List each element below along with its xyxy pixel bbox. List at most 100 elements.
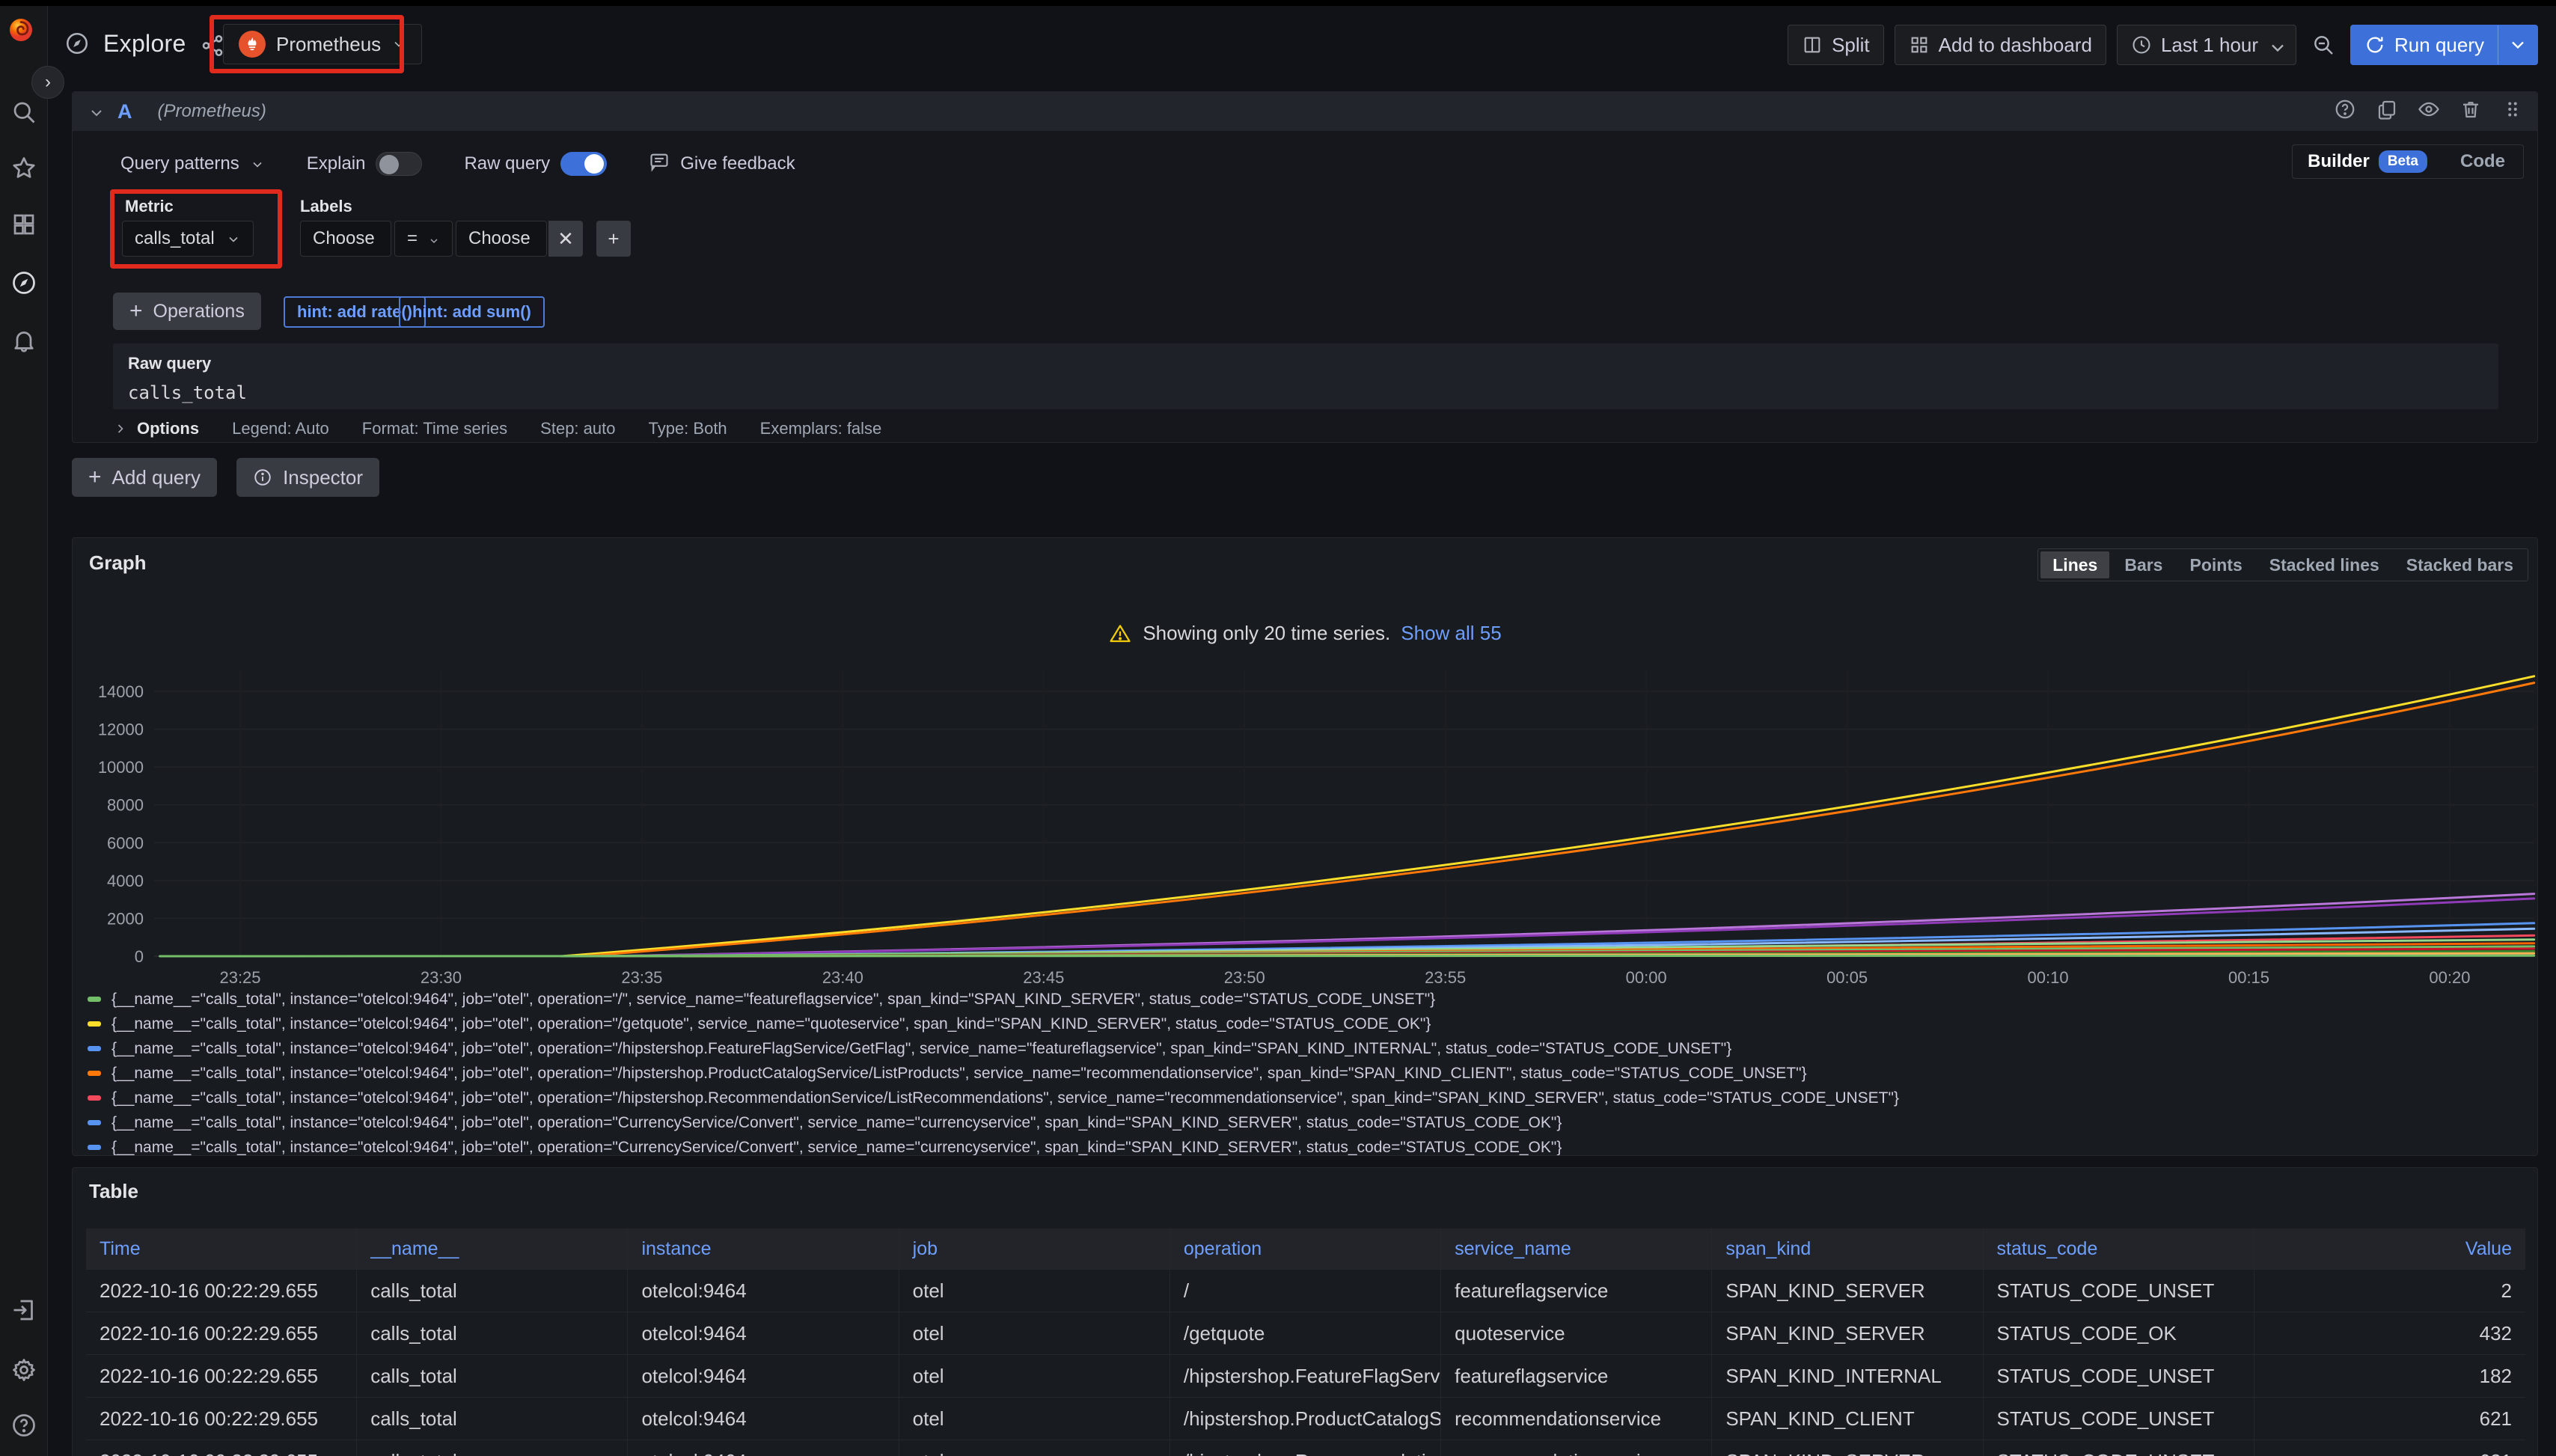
table-header-cell[interactable]: __name__ — [357, 1229, 628, 1269]
x-axis-tick: 23:50 — [1224, 968, 1265, 987]
grafana-logo-icon[interactable] — [7, 16, 40, 49]
timeseries-chart[interactable]: 0200040006000800010000120001400023:2523:… — [73, 538, 2537, 987]
y-axis-tick: 0 — [135, 947, 144, 966]
table-cell: 2022-10-16 00:22:29.655 — [86, 1355, 357, 1397]
star-icon[interactable] — [10, 155, 37, 182]
legend-item[interactable]: {__name__="calls_total", instance="otelc… — [88, 1086, 2524, 1110]
x-axis-tick: 00:15 — [2228, 968, 2269, 987]
run-query-dropdown[interactable] — [2498, 25, 2537, 64]
zoom-out-button[interactable] — [2307, 25, 2340, 65]
table-header-cell[interactable]: Time — [86, 1229, 357, 1269]
legend-item[interactable]: {__name__="calls_total", instance="otelc… — [88, 1036, 2524, 1061]
legend-item[interactable]: {__name__="calls_total", instance="otelc… — [88, 1135, 2524, 1155]
split-button[interactable]: Split — [1788, 25, 1884, 65]
table-header-cell[interactable]: span_kind — [1712, 1229, 1983, 1269]
table-cell: STATUS_CODE_OK — [1984, 1312, 2254, 1354]
add-query-button[interactable]: + Add query — [72, 458, 217, 497]
option-type: Type: Both — [648, 419, 727, 438]
clock-icon — [2131, 34, 2152, 55]
x-axis-tick: 00:00 — [1626, 968, 1667, 987]
x-axis-tick: 23:30 — [421, 968, 462, 987]
give-feedback-link[interactable]: Give feedback — [649, 151, 795, 177]
legend-swatch — [88, 997, 101, 1002]
chevron-down-icon — [428, 231, 440, 246]
add-operation-button[interactable]: + Operations — [113, 293, 261, 330]
table-cell: otel — [899, 1270, 1170, 1312]
dashboards-icon[interactable] — [10, 211, 37, 238]
legend-item[interactable]: {__name__="calls_total", instance="otelc… — [88, 1012, 2524, 1036]
table-cell: STATUS_CODE_UNSET — [1984, 1270, 2254, 1312]
explain-toggle[interactable] — [376, 152, 422, 176]
help-circle-icon[interactable] — [2334, 98, 2356, 120]
legend-label: {__name__="calls_total", instance="otelc… — [111, 1040, 1731, 1058]
drag-grip-icon[interactable] — [2501, 98, 2524, 120]
legend-item[interactable]: {__name__="calls_total", instance="otelc… — [88, 1110, 2524, 1135]
table-row[interactable]: 2022-10-16 00:22:29.655calls_totalotelco… — [86, 1397, 2525, 1440]
duplicate-icon[interactable] — [2376, 98, 2398, 120]
table-row[interactable]: 2022-10-16 00:22:29.655calls_totalotelco… — [86, 1440, 2525, 1456]
table-cell: STATUS_CODE_UNSET — [1984, 1398, 2254, 1440]
table-header-cell[interactable]: service_name — [1441, 1229, 1712, 1269]
x-axis-tick: 23:35 — [621, 968, 662, 987]
table-header-cell[interactable]: Value — [2254, 1229, 2525, 1269]
query-options-row[interactable]: Options Legend: Auto Format: Time series… — [113, 415, 2498, 442]
datasource-picker[interactable]: Prometheus — [223, 24, 422, 64]
header-bar: Explore Prometheus Split Add to dashboar… — [48, 6, 2556, 75]
table-cell: /hipstershop.FeatureFlagServi… — [1170, 1355, 1441, 1397]
label-operator-select[interactable]: = — [394, 221, 453, 257]
graph-panel: Graph LinesBarsPointsStacked linesStacke… — [72, 537, 2538, 1156]
add-label-button[interactable]: + — [596, 221, 631, 257]
table-row[interactable]: 2022-10-16 00:22:29.655calls_totalotelco… — [86, 1269, 2525, 1312]
beta-badge: Beta — [2379, 150, 2427, 173]
builder-mode-tab[interactable]: Builder Beta — [2293, 150, 2442, 173]
table-cell: 621 — [2254, 1440, 2525, 1456]
query-patterns-dropdown[interactable]: Query patterns — [120, 153, 265, 174]
legend-swatch — [88, 1021, 101, 1027]
metric-label: Metric — [125, 197, 174, 216]
option-exemplars: Exemplars: false — [760, 419, 882, 438]
time-range-picker[interactable]: Last 1 hour — [2117, 25, 2296, 65]
legend-swatch — [88, 1046, 101, 1051]
metric-select[interactable]: calls_total — [122, 221, 254, 257]
table-cell: calls_total — [357, 1440, 628, 1456]
grafana-explore-screen: › Explore Prometheus Split — [0, 0, 2556, 1456]
table-header-cell[interactable]: job — [899, 1229, 1170, 1269]
search-icon[interactable] — [10, 99, 37, 126]
table-row[interactable]: 2022-10-16 00:22:29.655calls_totalotelco… — [86, 1354, 2525, 1397]
settings-gear-icon[interactable] — [10, 1356, 37, 1383]
query-row-header[interactable]: A (Prometheus) — [73, 92, 2537, 131]
inspector-button[interactable]: Inspector — [236, 458, 379, 497]
y-axis-tick: 12000 — [98, 721, 144, 739]
add-to-dashboard-button[interactable]: Add to dashboard — [1895, 25, 2106, 65]
sign-in-icon[interactable] — [10, 1297, 37, 1324]
hint-add-sum-button[interactable]: hint: add sum() — [399, 296, 545, 328]
sidebar — [0, 6, 48, 1456]
table-cell: SPAN_KIND_INTERNAL — [1712, 1355, 1983, 1397]
label-value-select[interactable]: Choose — [456, 221, 547, 257]
table-cell: otel — [899, 1440, 1170, 1456]
eye-icon[interactable] — [2418, 98, 2440, 120]
legend-item[interactable]: {__name__="calls_total", instance="otelc… — [88, 1061, 2524, 1086]
code-mode-tab[interactable]: Code — [2442, 151, 2523, 172]
run-query-button[interactable]: Run query — [2350, 25, 2538, 65]
table-header-cell[interactable]: operation — [1170, 1229, 1441, 1269]
help-icon[interactable] — [10, 1412, 37, 1439]
table-row[interactable]: 2022-10-16 00:22:29.655calls_totalotelco… — [86, 1312, 2525, 1354]
alerting-bell-icon[interactable] — [10, 327, 37, 354]
sidebar-expand-button[interactable]: › — [31, 66, 64, 99]
option-legend: Legend: Auto — [232, 419, 329, 438]
table-cell: recommendationservice — [1441, 1398, 1712, 1440]
table-header-row: Time__name__instancejoboperationservice_… — [86, 1229, 2525, 1269]
table-header-cell[interactable]: status_code — [1984, 1229, 2254, 1269]
label-name-select[interactable]: Choose — [300, 221, 391, 257]
collapse-chevron-icon[interactable] — [88, 104, 103, 119]
legend-item[interactable]: {__name__="calls_total", instance="otelc… — [88, 987, 2524, 1012]
table-header-cell[interactable]: instance — [628, 1229, 899, 1269]
series-line — [160, 955, 2534, 956]
trash-icon[interactable] — [2459, 98, 2482, 120]
remove-label-button[interactable]: ✕ — [548, 221, 583, 257]
share-icon[interactable] — [200, 33, 221, 54]
explore-compass-icon[interactable] — [10, 269, 37, 296]
raw-query-toggle[interactable] — [560, 152, 607, 176]
table-cell: calls_total — [357, 1355, 628, 1397]
